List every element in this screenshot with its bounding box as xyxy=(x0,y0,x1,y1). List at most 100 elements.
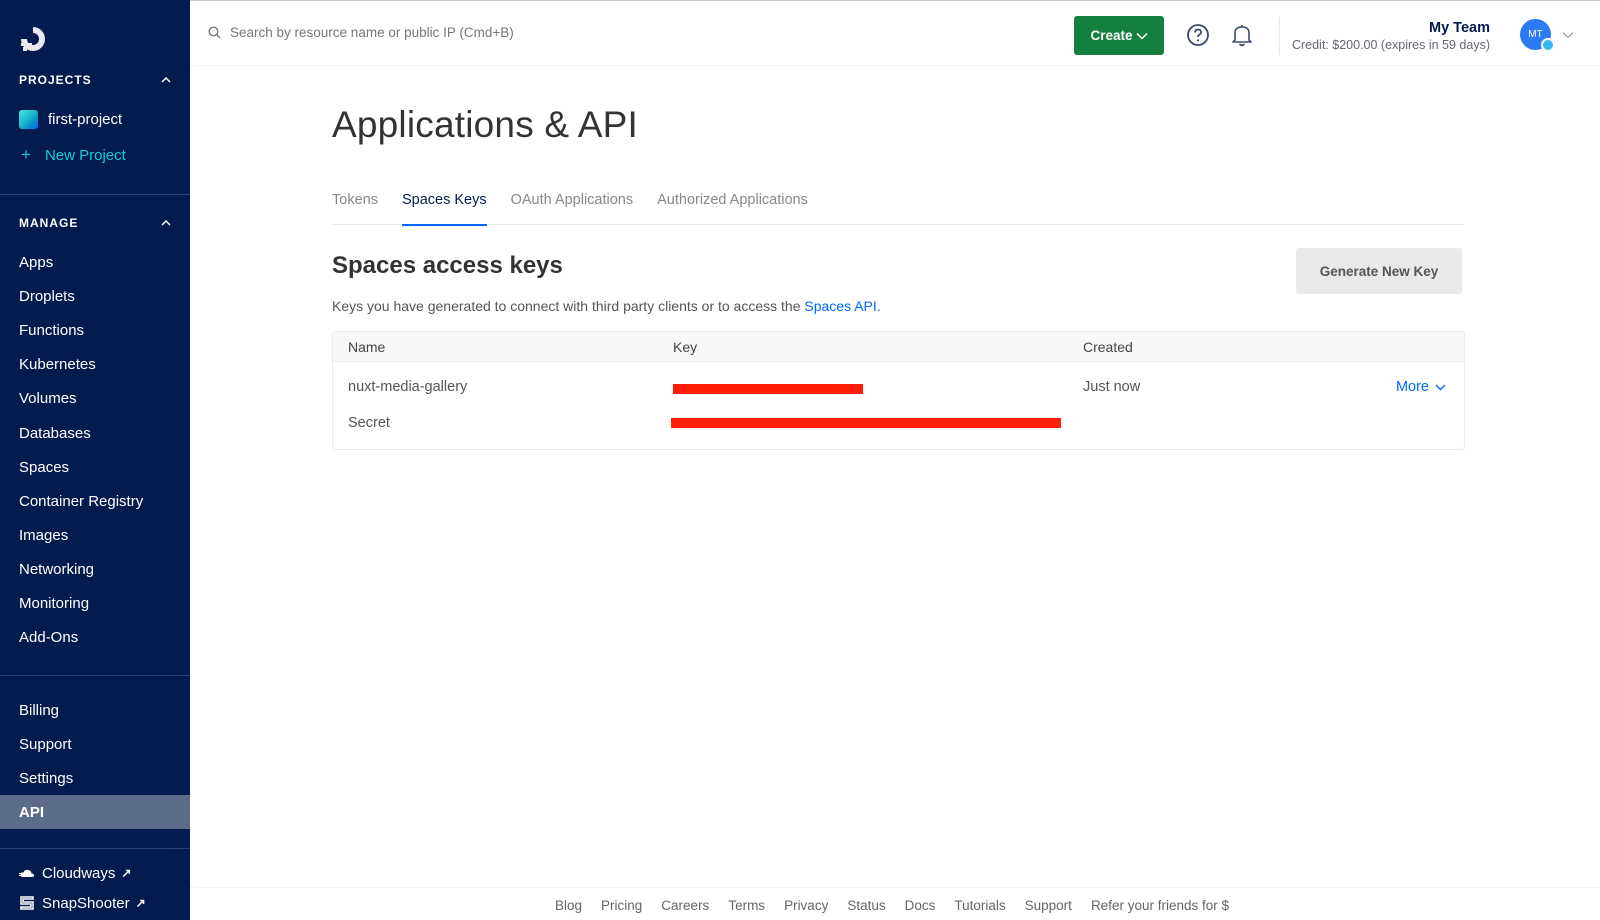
footer-link-privacy[interactable]: Privacy xyxy=(784,898,828,913)
tab-oauth-applications[interactable]: OAuth Applications xyxy=(511,184,634,225)
secret-label: Secret xyxy=(348,415,390,431)
footer-link-terms[interactable]: Terms xyxy=(728,898,765,913)
sidebar-item-label: Monitoring xyxy=(19,594,90,612)
chevron-up-icon xyxy=(161,219,171,226)
new-project-label: New Project xyxy=(44,146,126,164)
spaces-keys-table: Name Key Created nuxt-media-gallery Secr… xyxy=(332,331,1465,450)
sidebar-link-cloudways[interactable]: Cloudways ↗ xyxy=(0,859,190,887)
sidebar-item-label: Images xyxy=(19,526,69,544)
chevron-down-icon[interactable] xyxy=(1562,31,1574,39)
projects-section-header[interactable]: PROJECTS xyxy=(19,73,171,87)
project-icon xyxy=(19,110,38,129)
project-label: first-project xyxy=(48,111,123,128)
footer-link-careers[interactable]: Careers xyxy=(661,898,709,913)
manage-heading: MANAGE xyxy=(19,216,79,230)
new-project-link[interactable]: + New Project xyxy=(19,145,126,165)
sidebar-item-label: Apps xyxy=(19,253,54,271)
search-input[interactable]: Search by resource name or public IP (Cm… xyxy=(230,25,514,40)
footer-link-docs[interactable]: Docs xyxy=(905,898,936,913)
sidebar-item-kubernetes[interactable]: Kubernetes xyxy=(0,347,190,381)
sidebar-item-label: Spaces xyxy=(19,458,70,476)
footer-link-referral[interactable]: Refer your friends for $ xyxy=(1091,898,1229,913)
sidebar-item-label: Volumes xyxy=(19,389,77,407)
cloudways-label: Cloudways xyxy=(42,864,116,882)
sidebar-item-settings[interactable]: Settings xyxy=(0,761,190,795)
more-label: More xyxy=(1395,379,1429,395)
avatar-initials: MT xyxy=(1528,29,1543,40)
search-box[interactable]: Search by resource name or public IP (Cm… xyxy=(208,25,514,40)
create-button[interactable]: Create xyxy=(1074,16,1164,55)
tab-tokens[interactable]: Tokens xyxy=(332,184,378,225)
tab-bar: Tokens Spaces Keys OAuth Applications Au… xyxy=(332,184,1464,226)
redacted-secret-key xyxy=(671,418,1061,428)
projects-heading: PROJECTS xyxy=(19,73,92,87)
sidebar-item-label: Billing xyxy=(19,701,60,719)
sidebar-divider xyxy=(0,675,190,676)
column-header-created: Created xyxy=(1083,339,1133,355)
topbar-separator xyxy=(1279,17,1280,55)
sidebar-item-functions[interactable]: Functions xyxy=(0,313,190,347)
sidebar-item-billing[interactable]: Billing xyxy=(0,693,190,727)
create-label: Create xyxy=(1090,28,1133,43)
page-title: Applications & API xyxy=(332,104,638,145)
sidebar-item-databases[interactable]: Databases xyxy=(0,416,190,450)
more-actions-button[interactable]: More xyxy=(1396,379,1446,395)
sidebar-item-container-registry[interactable]: Container Registry xyxy=(0,484,190,518)
sidebar-item-label: Add-Ons xyxy=(19,628,79,646)
sidebar-item-label: API xyxy=(19,803,45,821)
snapshooter-label: SnapShooter xyxy=(42,894,130,912)
section-title: Spaces access keys xyxy=(332,252,563,279)
help-icon[interactable] xyxy=(1186,23,1210,47)
sidebar-item-label: Networking xyxy=(19,560,95,578)
external-link-icon: ↗ xyxy=(121,866,132,880)
tab-authorized-applications[interactable]: Authorized Applications xyxy=(657,184,808,225)
sidebar-item-spaces[interactable]: Spaces xyxy=(0,450,190,484)
sidebar-item-label: Container Registry xyxy=(19,492,144,510)
sidebar-item-add-ons[interactable]: Add-Ons xyxy=(0,620,190,654)
sidebar-item-label: Support xyxy=(19,735,72,753)
snapshooter-icon xyxy=(20,896,34,910)
key-name: nuxt-media-gallery xyxy=(348,379,468,395)
credit-text: Credit: $200.00 (expires in 59 days) xyxy=(1291,38,1490,52)
sidebar-link-snapshooter[interactable]: SnapShooter ↗ xyxy=(0,889,190,917)
digitalocean-logo-icon[interactable] xyxy=(18,24,48,54)
spaces-api-link[interactable]: Spaces API xyxy=(804,298,876,314)
footer-link-status[interactable]: Status xyxy=(847,898,885,913)
sidebar-item-label: Settings xyxy=(19,769,74,787)
tab-spaces-keys[interactable]: Spaces Keys xyxy=(401,184,487,226)
sidebar-item-volumes[interactable]: Volumes xyxy=(0,381,190,415)
table-row: nuxt-media-gallery Secret Just now More xyxy=(333,362,1464,450)
generate-new-key-button[interactable]: Generate New Key xyxy=(1296,248,1462,294)
column-header-key: Key xyxy=(673,339,698,355)
sidebar-item-images[interactable]: Images xyxy=(0,518,190,552)
section-desc-text: Keys you have generated to connect with … xyxy=(332,298,805,314)
chevron-up-icon xyxy=(161,76,171,83)
redacted-access-key xyxy=(673,384,863,394)
footer-link-pricing[interactable]: Pricing xyxy=(601,898,642,913)
created-time: Just now xyxy=(1083,379,1141,395)
team-badge-icon xyxy=(1541,38,1555,52)
team-name: My Team xyxy=(1429,20,1490,36)
sidebar-item-label: Kubernetes xyxy=(19,355,96,373)
external-link-icon: ↗ xyxy=(135,896,146,910)
footer-link-support[interactable]: Support xyxy=(1025,898,1072,913)
sidebar-item-api[interactable]: API xyxy=(0,795,190,829)
column-header-name: Name xyxy=(348,339,386,355)
team-info[interactable]: My Team Credit: $200.00 (expires in 59 d… xyxy=(1292,20,1490,52)
sidebar: PROJECTS first-project + New Project MAN… xyxy=(0,0,190,920)
manage-section-header[interactable]: MANAGE xyxy=(19,216,171,230)
sidebar-project-first-project[interactable]: first-project xyxy=(19,110,122,129)
search-icon xyxy=(208,26,221,39)
notifications-bell-icon[interactable] xyxy=(1231,23,1253,47)
sidebar-item-networking[interactable]: Networking xyxy=(0,552,190,586)
section-description: Keys you have generated to connect with … xyxy=(332,298,881,314)
plus-icon: + xyxy=(21,145,31,164)
sidebar-item-label: Functions xyxy=(19,321,85,339)
sidebar-item-apps[interactable]: Apps xyxy=(0,245,190,279)
footer-link-blog[interactable]: Blog xyxy=(555,898,582,913)
sidebar-item-droplets[interactable]: Droplets xyxy=(0,279,190,313)
chevron-down-icon xyxy=(1435,384,1446,390)
sidebar-item-monitoring[interactable]: Monitoring xyxy=(0,586,190,620)
footer-link-tutorials[interactable]: Tutorials xyxy=(954,898,1005,913)
sidebar-item-support[interactable]: Support xyxy=(0,727,190,761)
